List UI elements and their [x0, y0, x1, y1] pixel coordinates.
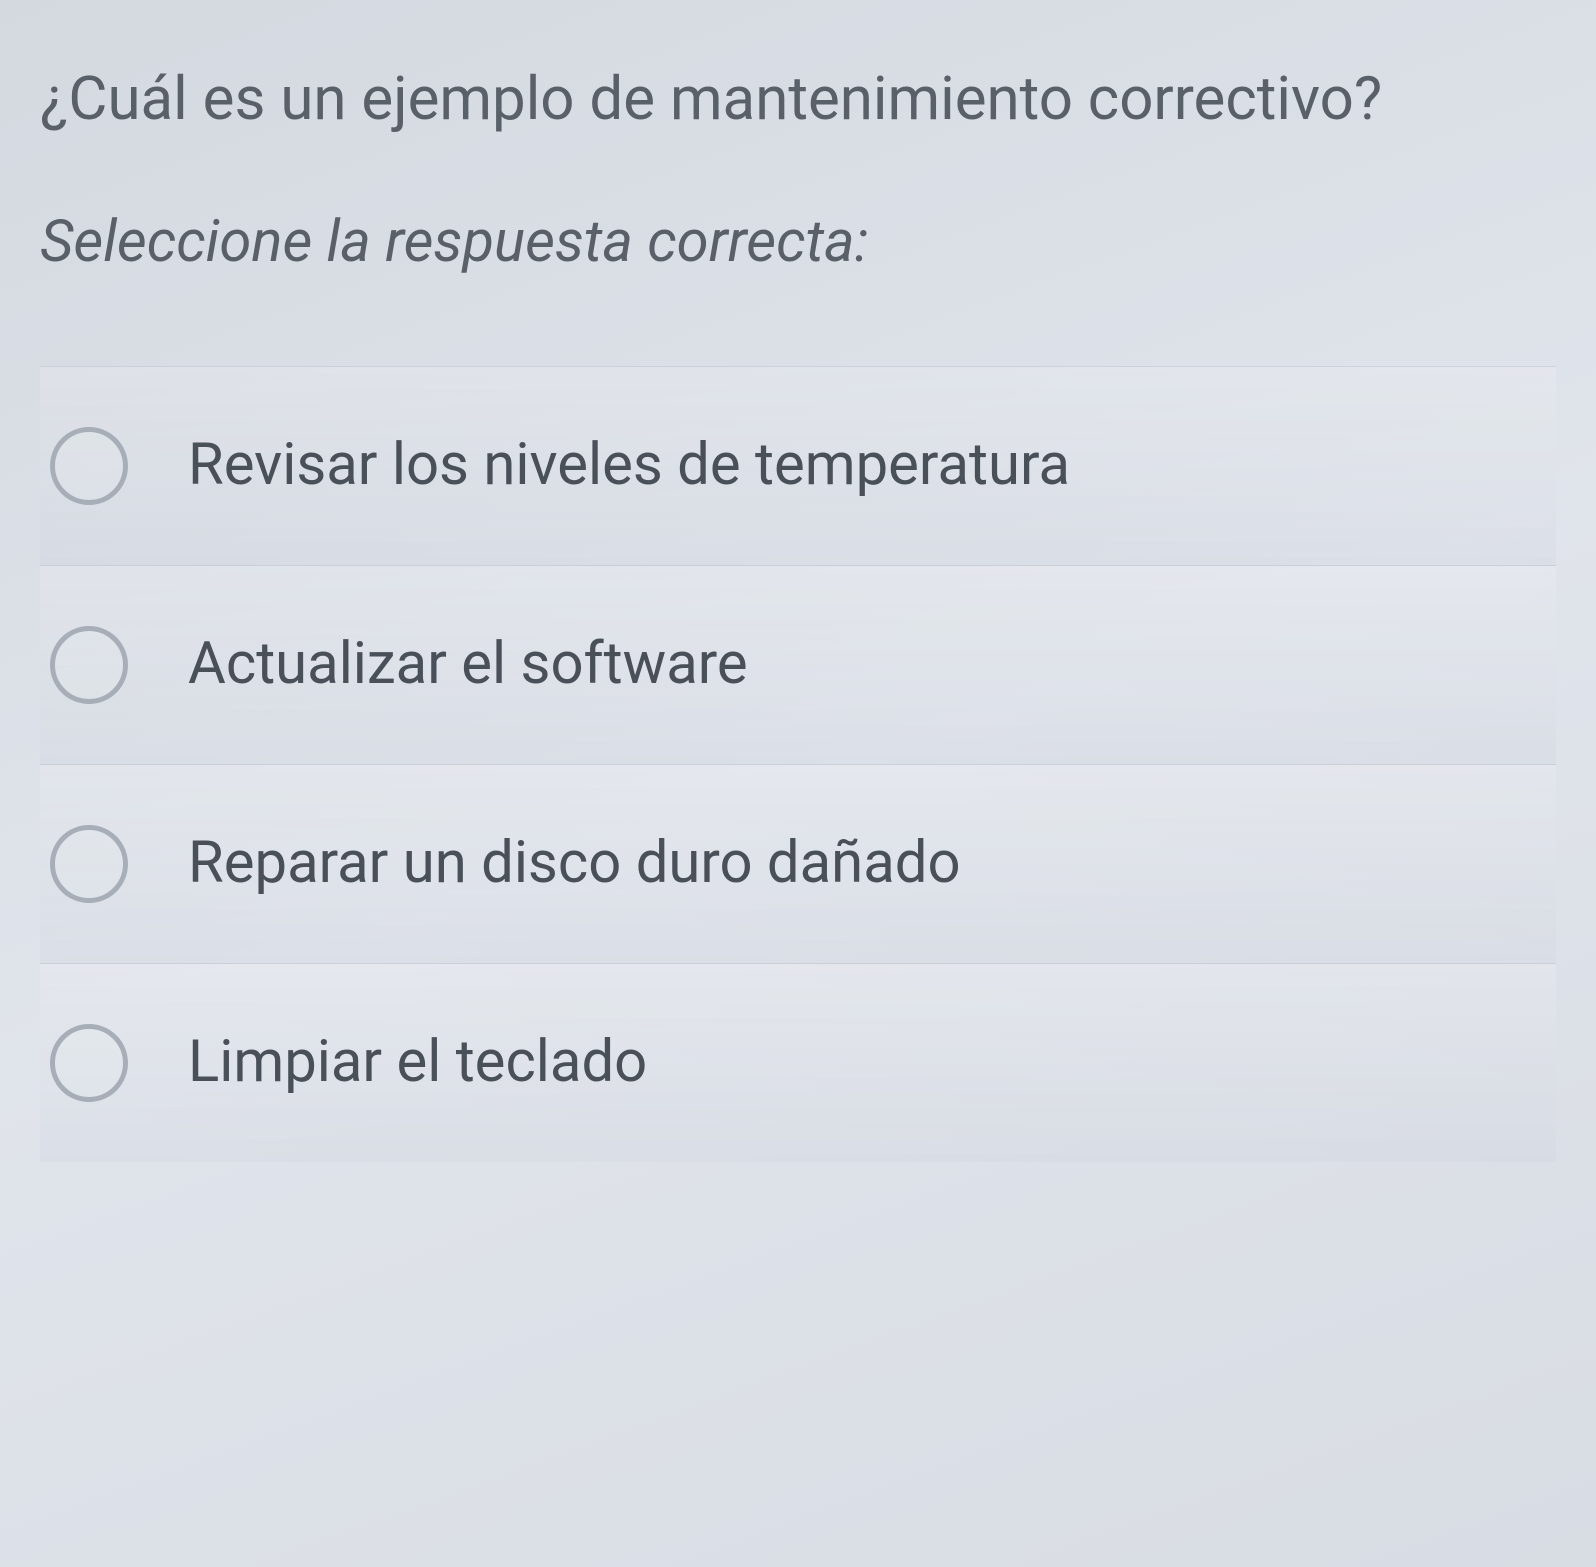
- question-text: ¿Cuál es un ejemplo de mantenimiento cor…: [40, 60, 1556, 138]
- instruction-text: Seleccione la respuesta correcta:: [40, 208, 1556, 276]
- radio-icon[interactable]: [50, 1024, 128, 1102]
- radio-icon[interactable]: [50, 825, 128, 903]
- option-row-0[interactable]: Revisar los niveles de temperatura: [40, 366, 1556, 565]
- option-row-1[interactable]: Actualizar el software: [40, 565, 1556, 764]
- radio-icon[interactable]: [50, 626, 128, 704]
- option-label: Actualizar el software: [188, 630, 748, 700]
- option-label: Revisar los niveles de temperatura: [188, 431, 1070, 501]
- option-row-2[interactable]: Reparar un disco duro dañado: [40, 764, 1556, 963]
- options-container: Revisar los niveles de temperatura Actua…: [40, 366, 1556, 1162]
- option-label: Reparar un disco duro dañado: [188, 829, 961, 899]
- option-label: Limpiar el teclado: [188, 1028, 647, 1098]
- option-row-3[interactable]: Limpiar el teclado: [40, 963, 1556, 1162]
- radio-icon[interactable]: [50, 427, 128, 505]
